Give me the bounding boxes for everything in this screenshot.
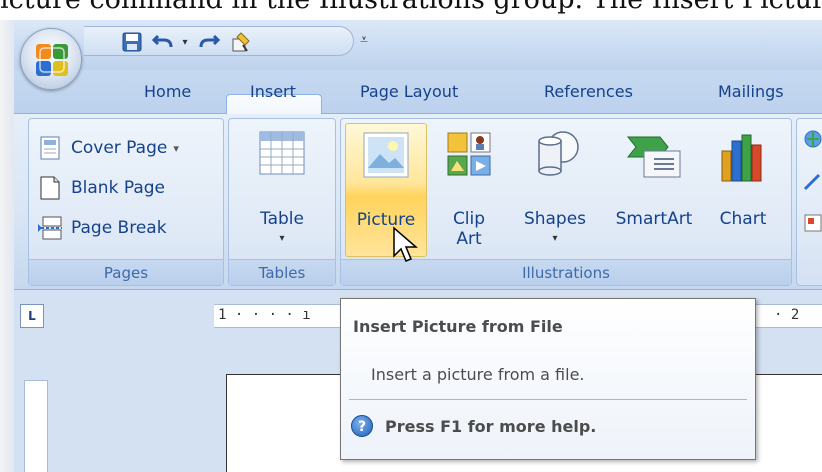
undo-icon[interactable]: [150, 30, 176, 54]
group-tables: Table ▾ Tables: [228, 118, 336, 286]
help-icon: ?: [351, 415, 373, 437]
clip-art-button[interactable]: Clip Art: [433, 123, 505, 257]
ribbon: Cover Page ▾ Blank Page Page Break Pages: [14, 114, 822, 290]
title-bar: ▾ ⩡: [14, 20, 822, 70]
mouse-cursor-icon: [393, 226, 418, 262]
shapes-caret-icon: ▾: [552, 233, 558, 244]
tab-page-layout[interactable]: Page Layout: [360, 82, 458, 101]
cover-page-icon: [37, 135, 63, 161]
office-button[interactable]: [20, 28, 82, 90]
chart-label: Chart: [719, 209, 767, 229]
caption-text: icture command in the Illustrations grou…: [0, 0, 822, 15]
office-logo-icon: [36, 44, 68, 76]
clip-art-icon: [447, 132, 491, 176]
tooltip-help-text: Press F1 for more help.: [385, 416, 597, 436]
blank-page-icon: [37, 175, 63, 201]
format-painter-icon[interactable]: [228, 30, 256, 54]
picture-icon: [363, 132, 409, 178]
undo-dropdown-icon[interactable]: ▾: [178, 30, 192, 54]
group-tables-label: Tables: [229, 259, 335, 285]
vertical-ruler[interactable]: [24, 380, 48, 472]
chart-button[interactable]: Chart: [707, 123, 779, 257]
save-icon[interactable]: [118, 30, 146, 54]
screen-tip: Insert Picture from File Insert a pictur…: [340, 298, 756, 460]
bookmark-icon[interactable]: [803, 171, 822, 191]
clip-art-label-line2: Art: [456, 229, 482, 249]
cross-reference-icon[interactable]: [803, 213, 822, 233]
tab-mailings[interactable]: Mailings: [718, 82, 784, 101]
blank-page-button[interactable]: Blank Page: [37, 171, 165, 205]
table-icon: [259, 131, 305, 175]
page-break-button[interactable]: Page Break: [37, 211, 167, 245]
tab-references[interactable]: References: [544, 82, 633, 101]
table-caret-icon: ▾: [279, 233, 285, 244]
shapes-label: Shapes: [523, 209, 587, 229]
tab-selector-button[interactable]: L: [20, 304, 44, 328]
ruler-left-marks: 1 · · · · ı: [218, 307, 311, 323]
tab-home[interactable]: Home: [144, 82, 191, 101]
smartart-icon: [626, 136, 681, 178]
quick-access-toolbar: ▾: [84, 26, 354, 56]
ribbon-tab-row: Home Insert Page Layout References Maili…: [14, 70, 822, 139]
page-break-icon: [37, 215, 63, 241]
ruler-right-marks: · 2: [774, 307, 800, 323]
tooltip-description: Insert a picture from a file.: [371, 365, 585, 384]
tooltip-title: Insert Picture from File: [353, 317, 563, 336]
page-caption: icture command in the Illustrations grou…: [0, 0, 822, 20]
shapes-button[interactable]: Shapes ▾: [509, 123, 601, 257]
customize-qat-icon[interactable]: ⩡: [360, 32, 368, 48]
hyperlink-icon[interactable]: [803, 129, 822, 149]
group-links-partial: [796, 118, 822, 286]
window-edge: [0, 20, 14, 472]
tooltip-divider: [349, 399, 747, 400]
blank-page-label: Blank Page: [71, 178, 165, 198]
clip-art-label-line1: Clip: [452, 209, 486, 229]
chart-icon: [721, 134, 762, 182]
shapes-icon: [538, 131, 579, 176]
tooltip-help: ? Press F1 for more help.: [351, 415, 596, 437]
cover-page-label: Cover Page: [71, 138, 168, 158]
group-pages-label: Pages: [29, 259, 223, 285]
page-break-label: Page Break: [71, 218, 167, 238]
cover-page-button[interactable]: Cover Page ▾: [37, 131, 179, 165]
smartart-label: SmartArt: [615, 209, 693, 229]
table-button[interactable]: Table ▾: [233, 123, 331, 257]
table-label: Table: [260, 209, 304, 229]
tab-insert[interactable]: Insert: [250, 82, 296, 101]
redo-icon[interactable]: [196, 30, 222, 54]
cover-page-caret-icon: ▾: [173, 141, 179, 155]
group-pages: Cover Page ▾ Blank Page Page Break Pages: [28, 118, 224, 286]
smartart-button[interactable]: SmartArt: [603, 123, 705, 257]
